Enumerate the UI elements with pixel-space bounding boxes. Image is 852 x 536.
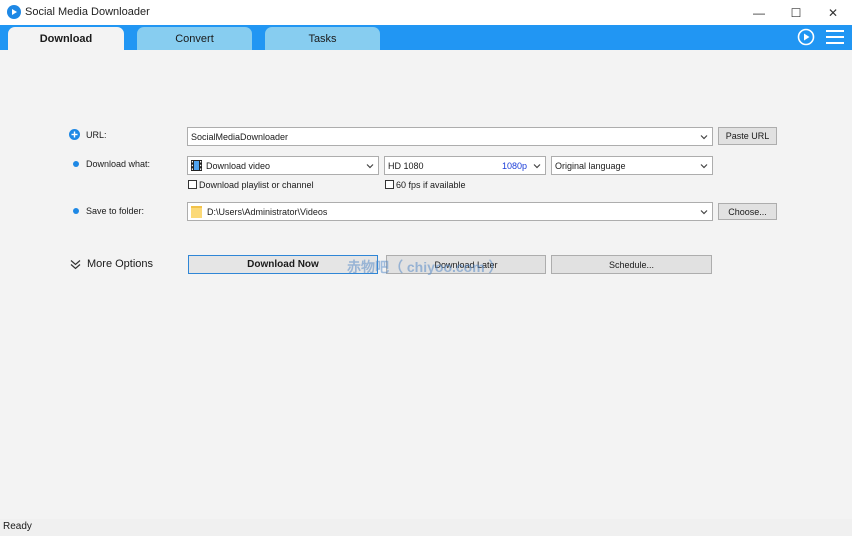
save-folder-value: D:\Users\Administrator\Videos [207, 206, 328, 217]
double-chevron-down-icon[interactable] [70, 259, 81, 270]
chevron-down-icon [700, 210, 708, 215]
status-bar [0, 519, 852, 536]
paste-url-button[interactable]: Paste URL [718, 127, 777, 145]
download-what-label: Download what: [86, 159, 151, 169]
play-icon[interactable] [797, 28, 815, 46]
download-type-value: Download video [206, 160, 271, 171]
quality-badge: 1080p [502, 160, 528, 171]
tab-bar [0, 25, 852, 50]
language-value: Original language [555, 160, 626, 171]
maximize-icon: ☐ [790, 5, 802, 20]
chevron-down-icon [700, 135, 708, 140]
url-value: SocialMediaDownloader [191, 131, 289, 142]
download-type-select[interactable]: Download video [187, 156, 379, 175]
chevron-down-icon [533, 164, 541, 169]
app-logo-icon [7, 5, 21, 19]
schedule-button[interactable]: Schedule... [551, 255, 712, 274]
more-options-toggle[interactable]: More Options [87, 258, 153, 270]
film-icon [191, 160, 202, 171]
minimize-button[interactable]: — [740, 0, 778, 25]
fps-checkbox-label: 60 fps if available [396, 180, 466, 190]
chevron-down-icon [366, 164, 374, 169]
folder-icon [191, 205, 202, 218]
playlist-checkbox[interactable] [188, 180, 197, 189]
close-icon: ✕ [827, 5, 839, 20]
minimize-icon: — [753, 5, 765, 20]
playlist-checkbox-label: Download playlist or channel [199, 180, 314, 190]
maximize-button[interactable]: ☐ [777, 0, 815, 25]
status-text: Ready [3, 521, 32, 532]
close-button[interactable]: ✕ [814, 0, 852, 25]
url-input[interactable]: SocialMediaDownloader [187, 127, 713, 146]
save-folder-label: Save to folder: [86, 206, 145, 216]
choose-folder-button[interactable]: Choose... [718, 203, 777, 220]
save-folder-bullet [73, 208, 79, 214]
url-label: URL: [86, 130, 107, 140]
chevron-down-icon [700, 164, 708, 169]
tab-convert[interactable]: Convert [137, 27, 252, 50]
window-title: Social Media Downloader [25, 6, 150, 18]
quality-select[interactable]: HD 1080 1080p [384, 156, 546, 175]
tab-tasks[interactable]: Tasks [265, 27, 380, 50]
language-select[interactable]: Original language [551, 156, 713, 175]
fps-checkbox[interactable] [385, 180, 394, 189]
tab-download[interactable]: Download [8, 27, 124, 50]
save-folder-input[interactable]: D:\Users\Administrator\Videos [187, 202, 713, 221]
download-what-bullet [73, 161, 79, 167]
add-url-icon[interactable] [69, 129, 80, 140]
quality-value: HD 1080 [388, 160, 424, 171]
hamburger-menu-icon[interactable] [826, 30, 844, 44]
watermark: 赤物吧（ chiyoo.com ） [347, 259, 503, 275]
